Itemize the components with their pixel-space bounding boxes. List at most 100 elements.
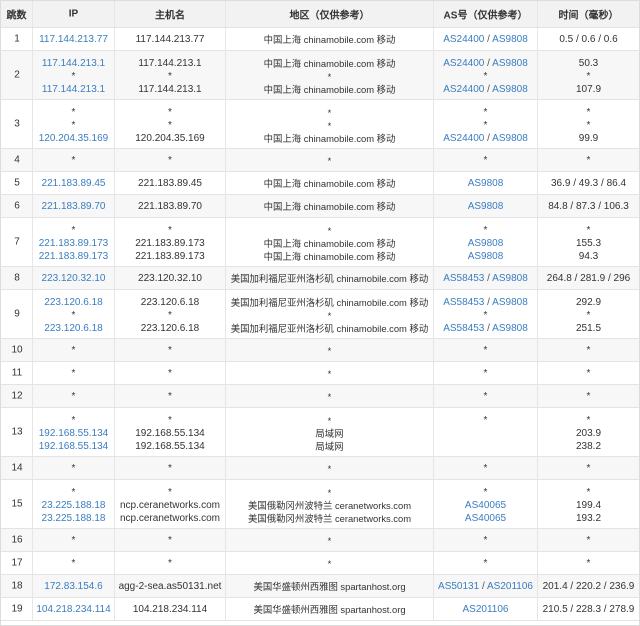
as-empty: * (483, 535, 488, 546)
as-separator: / (484, 273, 493, 284)
ip-address[interactable]: 192.168.55.134 (33, 440, 114, 453)
hostname: * (168, 107, 172, 118)
ip-address[interactable]: 172.83.154.6 (33, 580, 114, 593)
as-cell: * (434, 385, 538, 407)
as-link[interactable]: AS9808 (492, 84, 528, 95)
hostname-cell: 223.120.6.18 * 223.120.6.18 (115, 290, 226, 338)
ip-address[interactable]: 221.183.89.173 (33, 237, 114, 250)
hop-number: 13 (11, 426, 23, 438)
as-link[interactable]: AS40065 (465, 513, 506, 524)
region-cell: 中国上海 chinamobile.com 移动 (226, 172, 434, 194)
ip-address: * (71, 155, 76, 166)
as-separator: / (484, 297, 493, 308)
hostname: 192.168.55.134 (135, 441, 205, 452)
hop-cell: 10 (1, 339, 33, 361)
as-link[interactable]: AS58453 (443, 297, 484, 308)
as-separator: / (484, 323, 493, 334)
hostname: * (168, 368, 172, 379)
as-link[interactable]: AS201106 (463, 604, 509, 615)
as-link[interactable]: AS58453 (443, 273, 484, 284)
time-cell: 0.5 / 0.6 / 0.6 (538, 28, 639, 50)
hostname: 104.218.234.114 (132, 604, 208, 615)
time-cell: * (538, 149, 639, 171)
as-link[interactable]: AS201106 (487, 581, 533, 592)
as-link[interactable]: AS24400 (443, 34, 484, 45)
ip-cell: * 23.225.188.18 23.225.188.18 (33, 480, 115, 528)
as-link[interactable]: AS24400 (443, 133, 484, 144)
as-link[interactable]: AS9808 (468, 201, 504, 212)
header-label-ip: IP (68, 8, 79, 20)
hostname: * (168, 487, 172, 498)
as-numbers: AS24400 / AS9808 (434, 132, 537, 145)
ip-address[interactable]: 221.183.89.45 (33, 177, 114, 190)
as-separator: / (484, 133, 493, 144)
as-link[interactable]: AS24400 (443, 58, 484, 69)
ip-address[interactable]: 221.183.89.173 (33, 250, 114, 263)
as-link[interactable]: AS40065 (465, 500, 506, 511)
region: * (327, 71, 332, 82)
hostname: 223.120.6.18 (140, 323, 200, 334)
as-link[interactable]: AS9808 (468, 251, 504, 262)
as-link[interactable]: AS58453 (443, 323, 484, 334)
ip-address[interactable]: 221.183.89.70 (33, 200, 114, 213)
as-link[interactable]: AS24400 (443, 84, 484, 95)
hostname: ncp.ceranetworks.com (119, 513, 221, 524)
traceroute-table: 跳数 IP 主机名 地区（仅供参考） AS号（仅供参考） 时间（毫秒） 1 117.144.2… (0, 0, 640, 626)
region: * (327, 487, 332, 498)
time-cell: * (538, 529, 639, 551)
hostname: * (168, 463, 172, 474)
table-row: 9 223.120.6.18 * 223.120.6.18 223.120.6.18 * 2… (1, 290, 639, 339)
as-link[interactable]: AS9808 (492, 133, 528, 144)
as-link[interactable]: AS9808 (492, 34, 528, 45)
hostname-cell: * (115, 552, 226, 574)
region-cell: * (226, 385, 434, 407)
as-link[interactable]: AS9808 (468, 238, 504, 249)
hostname-cell: * ncp.ceranetworks.com ncp.ceranetworks.co… (115, 480, 226, 528)
ip-address: * (71, 535, 76, 546)
table-header-row: 跳数 IP 主机名 地区（仅供参考） AS号（仅供参考） 时间（毫秒） (1, 1, 639, 28)
as-link[interactable]: AS9808 (492, 323, 528, 334)
region: 美国华盛顿州西雅图 spartanhost.org (253, 604, 406, 615)
hop-number: 10 (11, 344, 23, 356)
time-cell: * (538, 339, 639, 361)
ip-address[interactable]: 223.120.6.18 (33, 296, 114, 309)
ip-address[interactable]: 192.168.55.134 (33, 427, 114, 440)
region-cell: 中国上海 chinamobile.com 移动 (226, 28, 434, 50)
ip-address[interactable]: 223.120.32.10 (33, 272, 114, 285)
hostname-cell: 223.120.32.10 (115, 267, 226, 289)
as-empty: * (483, 71, 488, 82)
time-cell: 264.8 / 281.9 / 296 (538, 267, 639, 289)
time-cell: * (538, 457, 639, 479)
as-numbers: * (434, 309, 537, 322)
as-link[interactable]: AS9808 (492, 58, 528, 69)
ip-address[interactable]: 117.144.213.1 (33, 57, 114, 70)
latency: 155.3 (575, 238, 602, 249)
as-cell: * (434, 362, 538, 384)
hostname: 221.183.89.70 (138, 201, 202, 212)
ip-address[interactable]: 120.204.35.169 (33, 132, 114, 145)
as-numbers: AS24400 / AS9808 (434, 33, 537, 46)
ip-address[interactable]: 23.225.188.18 (33, 512, 114, 525)
as-link[interactable]: AS9808 (492, 297, 528, 308)
as-cell: AS50131 / AS201106 (434, 575, 538, 597)
as-numbers: * (434, 462, 537, 475)
ip-address[interactable]: 117.144.213.1 (33, 83, 114, 96)
as-numbers (434, 427, 537, 440)
as-empty: * (483, 391, 488, 402)
latency: * (586, 391, 591, 402)
region: 美国俄勒冈州波特兰 ceranetworks.com (247, 513, 412, 524)
hop-number: 5 (14, 177, 20, 189)
latency: * (586, 120, 591, 131)
region-cell: 美国华盛顿州西雅图 spartanhost.org (226, 598, 434, 620)
ip-address[interactable]: 223.120.6.18 (33, 322, 114, 335)
as-link[interactable]: AS9808 (492, 273, 528, 284)
hop-number: 1 (14, 33, 20, 45)
ip-address[interactable]: 117.144.213.77 (33, 33, 114, 46)
hostname: * (168, 225, 172, 236)
region-cell: 美国加利福尼亚州洛杉矶 chinamobile.com 移动 (226, 267, 434, 289)
region: 局域网 (315, 428, 344, 439)
as-link[interactable]: AS9808 (468, 178, 504, 189)
as-link[interactable]: AS50131 (438, 581, 479, 592)
ip-address[interactable]: 23.225.188.18 (33, 499, 114, 512)
ip-address[interactable]: 104.218.234.114 (33, 603, 114, 616)
